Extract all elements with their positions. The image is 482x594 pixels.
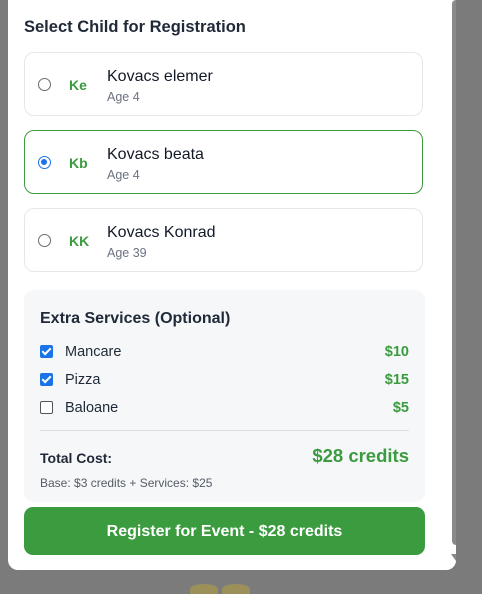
scroll-down-arrow-icon[interactable] bbox=[451, 554, 456, 561]
child-age: Age 4 bbox=[107, 168, 140, 182]
registration-modal: Select Child for Registration Ke Kovacs … bbox=[8, 0, 456, 570]
total-value: $28 credits bbox=[312, 445, 409, 466]
service-checkbox[interactable] bbox=[40, 373, 53, 386]
child-name: Kovacs Konrad bbox=[107, 224, 216, 241]
service-item-mancare[interactable]: Mancare $10 bbox=[40, 342, 409, 362]
child-radio[interactable] bbox=[38, 234, 51, 247]
child-option-konrad[interactable]: KK Kovacs Konrad Age 39 bbox=[24, 208, 423, 272]
register-button[interactable]: Register for Event - $28 credits bbox=[24, 507, 425, 555]
child-radio[interactable] bbox=[38, 78, 51, 91]
child-name: Kovacs elemer bbox=[107, 68, 213, 85]
service-price: $10 bbox=[384, 344, 409, 360]
service-label: Baloane bbox=[65, 400, 119, 416]
services-title: Extra Services (Optional) bbox=[40, 310, 231, 327]
section-title: Select Child for Registration bbox=[24, 18, 246, 36]
service-item-pizza[interactable]: Pizza $15 bbox=[40, 370, 409, 390]
scroll-thumb[interactable] bbox=[452, 0, 456, 545]
modal-scrollbar[interactable] bbox=[448, 0, 456, 570]
child-age: Age 4 bbox=[107, 90, 140, 104]
service-item-baloane[interactable]: Baloane $5 bbox=[40, 398, 409, 418]
cost-breakdown: Base: $3 credits + Services: $25 bbox=[40, 476, 213, 490]
child-initials: KK bbox=[69, 233, 90, 249]
child-initials: Kb bbox=[69, 155, 88, 171]
service-label: Pizza bbox=[65, 372, 101, 388]
child-age: Age 39 bbox=[107, 246, 147, 260]
service-price: $5 bbox=[392, 400, 409, 416]
child-initials: Ke bbox=[69, 77, 87, 93]
child-option-beata[interactable]: Kb Kovacs beata Age 4 bbox=[24, 130, 423, 194]
service-label: Mancare bbox=[65, 344, 122, 360]
child-name: Kovacs beata bbox=[107, 146, 204, 163]
service-checkbox[interactable] bbox=[40, 345, 53, 358]
child-option-elemer[interactable]: Ke Kovacs elemer Age 4 bbox=[24, 52, 423, 116]
child-radio[interactable] bbox=[38, 156, 51, 169]
background-decoration bbox=[222, 584, 250, 594]
service-checkbox[interactable] bbox=[40, 401, 53, 414]
extra-services-panel: Extra Services (Optional) Mancare $10 Pi… bbox=[24, 290, 425, 502]
service-price: $15 bbox=[384, 372, 409, 388]
divider bbox=[40, 430, 409, 431]
background-decoration bbox=[190, 584, 218, 594]
total-label: Total Cost: bbox=[40, 450, 113, 466]
